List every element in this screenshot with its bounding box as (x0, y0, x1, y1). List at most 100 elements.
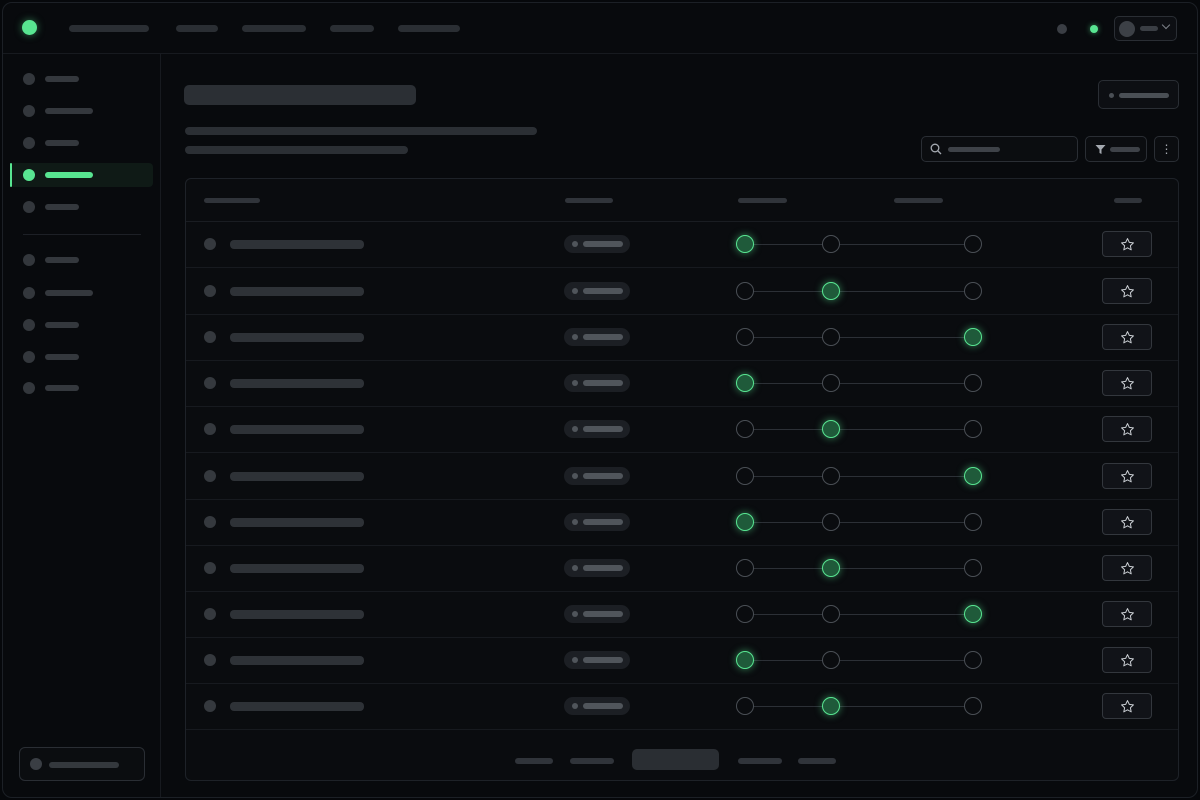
table-row[interactable] (186, 591, 1178, 638)
table-row[interactable] (186, 360, 1178, 407)
progress-stepper[interactable] (736, 695, 986, 717)
favorite-button[interactable] (1102, 647, 1152, 673)
table-row[interactable] (186, 221, 1178, 268)
primary-action-button[interactable] (1098, 80, 1179, 109)
sidebar-item-1[interactable] (10, 67, 153, 91)
stepper-node[interactable] (736, 328, 754, 346)
stepper-node-active[interactable] (964, 605, 982, 623)
sidebar-secondary-item-4[interactable] (10, 345, 153, 369)
nav-item-4[interactable] (330, 25, 374, 32)
sidebar-secondary-item-5[interactable] (10, 376, 153, 400)
favorite-button[interactable] (1102, 416, 1152, 442)
stepper-node[interactable] (736, 420, 754, 438)
more-options-button[interactable]: ⋮ (1154, 136, 1179, 162)
favorite-button[interactable] (1102, 231, 1152, 257)
brand-dot-icon[interactable] (22, 20, 37, 35)
column-header-progress-end[interactable] (894, 198, 943, 203)
stepper-node-active[interactable] (822, 282, 840, 300)
favorite-button[interactable] (1102, 693, 1152, 719)
stepper-node[interactable] (822, 374, 840, 392)
column-header-name[interactable] (204, 198, 260, 203)
stepper-node-active[interactable] (964, 467, 982, 485)
stepper-node[interactable] (822, 467, 840, 485)
sidebar-footer-button[interactable] (19, 747, 145, 781)
page-link-current[interactable] (632, 749, 719, 770)
column-header-progress-start[interactable] (738, 198, 787, 203)
filter-button[interactable] (1085, 136, 1147, 162)
table-row[interactable] (186, 637, 1178, 684)
nav-item-1[interactable] (69, 25, 149, 32)
table-row[interactable] (186, 683, 1178, 730)
table-row[interactable] (186, 406, 1178, 453)
progress-stepper[interactable] (736, 557, 986, 579)
sidebar-item-5[interactable] (10, 195, 153, 219)
page-link-next[interactable] (738, 758, 782, 764)
stepper-node[interactable] (964, 651, 982, 669)
table-row[interactable] (186, 499, 1178, 546)
stepper-node[interactable] (964, 282, 982, 300)
stepper-node-active[interactable] (736, 513, 754, 531)
progress-stepper[interactable] (736, 280, 986, 302)
progress-stepper[interactable] (736, 233, 986, 255)
stepper-node[interactable] (964, 559, 982, 577)
favorite-button[interactable] (1102, 278, 1152, 304)
table-row[interactable] (186, 314, 1178, 361)
stepper-node[interactable] (822, 605, 840, 623)
favorite-button[interactable] (1102, 463, 1152, 489)
progress-stepper[interactable] (736, 511, 986, 533)
sidebar-item-3[interactable] (10, 131, 153, 155)
table-row[interactable] (186, 545, 1178, 592)
stepper-node[interactable] (822, 513, 840, 531)
stepper-node-active[interactable] (822, 420, 840, 438)
page-link-prev[interactable] (570, 758, 614, 764)
stepper-node[interactable] (964, 697, 982, 715)
page-link-last[interactable] (798, 758, 836, 764)
sidebar-secondary-item-3[interactable] (10, 313, 153, 337)
progress-stepper[interactable] (736, 603, 986, 625)
stepper-node-active[interactable] (964, 328, 982, 346)
progress-stepper[interactable] (736, 372, 986, 394)
table-row[interactable] (186, 453, 1178, 500)
sidebar-item-2[interactable] (10, 99, 153, 123)
stepper-node[interactable] (822, 651, 840, 669)
favorite-button[interactable] (1102, 555, 1152, 581)
nav-item-5[interactable] (398, 25, 460, 32)
stepper-node-active[interactable] (736, 235, 754, 253)
stepper-node[interactable] (736, 697, 754, 715)
stepper-node[interactable] (822, 328, 840, 346)
stepper-node[interactable] (964, 513, 982, 531)
stepper-node[interactable] (964, 420, 982, 438)
nav-item-2[interactable] (176, 25, 218, 32)
sidebar-item-4-active[interactable] (10, 163, 153, 187)
sidebar-secondary-item-1[interactable] (10, 248, 153, 272)
row-name (230, 564, 364, 573)
stepper-node[interactable] (736, 605, 754, 623)
stepper-node[interactable] (822, 235, 840, 253)
stepper-node[interactable] (964, 235, 982, 253)
stepper-node[interactable] (736, 282, 754, 300)
nav-item-3[interactable] (242, 25, 306, 32)
stepper-node[interactable] (736, 559, 754, 577)
stepper-node-active[interactable] (736, 374, 754, 392)
stepper-node-active[interactable] (822, 559, 840, 577)
notifications-icon[interactable] (1057, 24, 1067, 34)
page-link-first[interactable] (515, 758, 553, 764)
progress-stepper[interactable] (736, 649, 986, 671)
favorite-button[interactable] (1102, 370, 1152, 396)
column-header-status[interactable] (565, 198, 613, 203)
progress-stepper[interactable] (736, 326, 986, 348)
progress-stepper[interactable] (736, 418, 986, 440)
stepper-node-active[interactable] (822, 697, 840, 715)
column-header-actions[interactable] (1114, 198, 1142, 203)
table-row[interactable] (186, 268, 1178, 315)
progress-stepper[interactable] (736, 465, 986, 487)
favorite-button[interactable] (1102, 324, 1152, 350)
search-input[interactable] (921, 136, 1078, 162)
stepper-node[interactable] (736, 467, 754, 485)
sidebar-secondary-item-2[interactable] (10, 281, 153, 305)
stepper-node[interactable] (964, 374, 982, 392)
favorite-button[interactable] (1102, 509, 1152, 535)
favorite-button[interactable] (1102, 601, 1152, 627)
stepper-node-active[interactable] (736, 651, 754, 669)
account-menu[interactable] (1114, 16, 1177, 41)
